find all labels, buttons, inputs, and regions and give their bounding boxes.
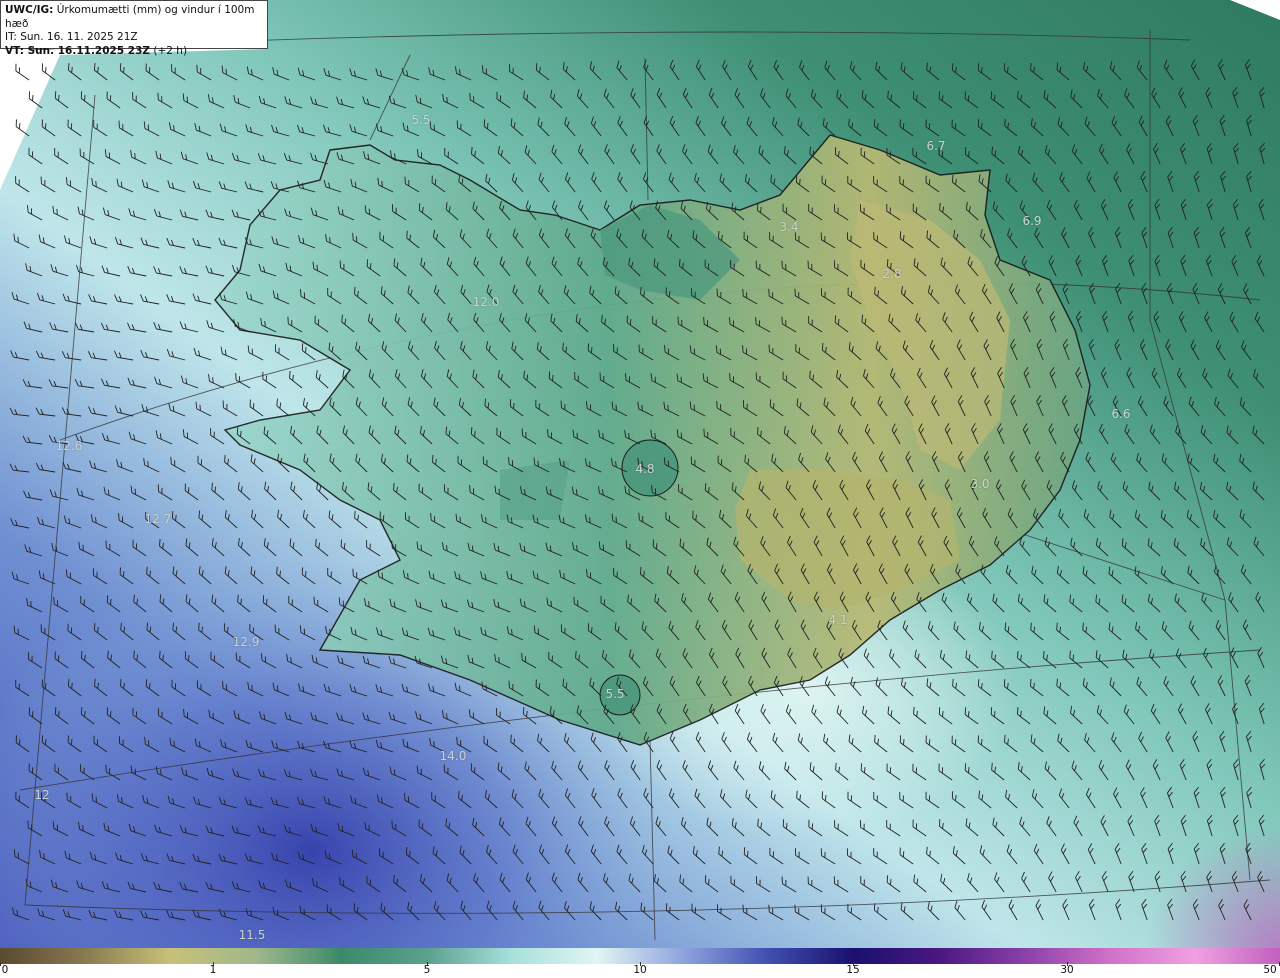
map-info-box: UWC/IG: Úrkomumætti (mm) og vindur í 100… [0, 0, 268, 57]
value-label: 3.0 [970, 477, 990, 491]
value-label: 6.9 [1022, 214, 1042, 228]
precip-colorbar: 0 1 5 10 15 30 50 [0, 948, 1280, 978]
value-label: 2.8 [882, 267, 902, 281]
value-label: 11.5 [238, 928, 266, 942]
colorbar-label: 30 [1060, 964, 1074, 976]
value-label: 4.8 [635, 462, 655, 476]
value-label: 3.4 [779, 220, 799, 234]
value-label: 5.5 [605, 687, 625, 701]
colorbar-label: 0 [1, 964, 9, 976]
colorbar-label: 50 [1263, 964, 1277, 976]
wind-barb-icon [15, 63, 30, 81]
value-label: 6.7 [926, 139, 946, 153]
forecast-offset: (+2 h) [153, 44, 188, 57]
product-code: UWC/IG: [5, 4, 54, 16]
map-panel[interactable]: UWC/IG: Úrkomumætti (mm) og vindur í 100… [0, 0, 1280, 948]
colorbar-label: 15 [846, 964, 860, 976]
value-label: 4.1 [828, 613, 848, 627]
value-label: 12.7 [144, 512, 172, 526]
value-label: 14.0 [439, 749, 467, 763]
colorbar-label: 1 [209, 964, 217, 976]
init-time: IT: Sun. 16. 11. 2025 21Z [5, 31, 138, 43]
value-label: 12.9 [232, 635, 260, 649]
colorbar-label: 10 [633, 964, 647, 976]
value-label: 12.6 [55, 439, 83, 453]
value-label: 12 [34, 788, 50, 802]
value-label: 12.0 [472, 295, 500, 309]
value-label: 5.5 [411, 113, 431, 127]
valid-time: VT: Sun. 16.11.2025 23Z [5, 44, 151, 57]
colorbar-label: 5 [423, 964, 431, 976]
value-label: 6.6 [1111, 407, 1131, 421]
